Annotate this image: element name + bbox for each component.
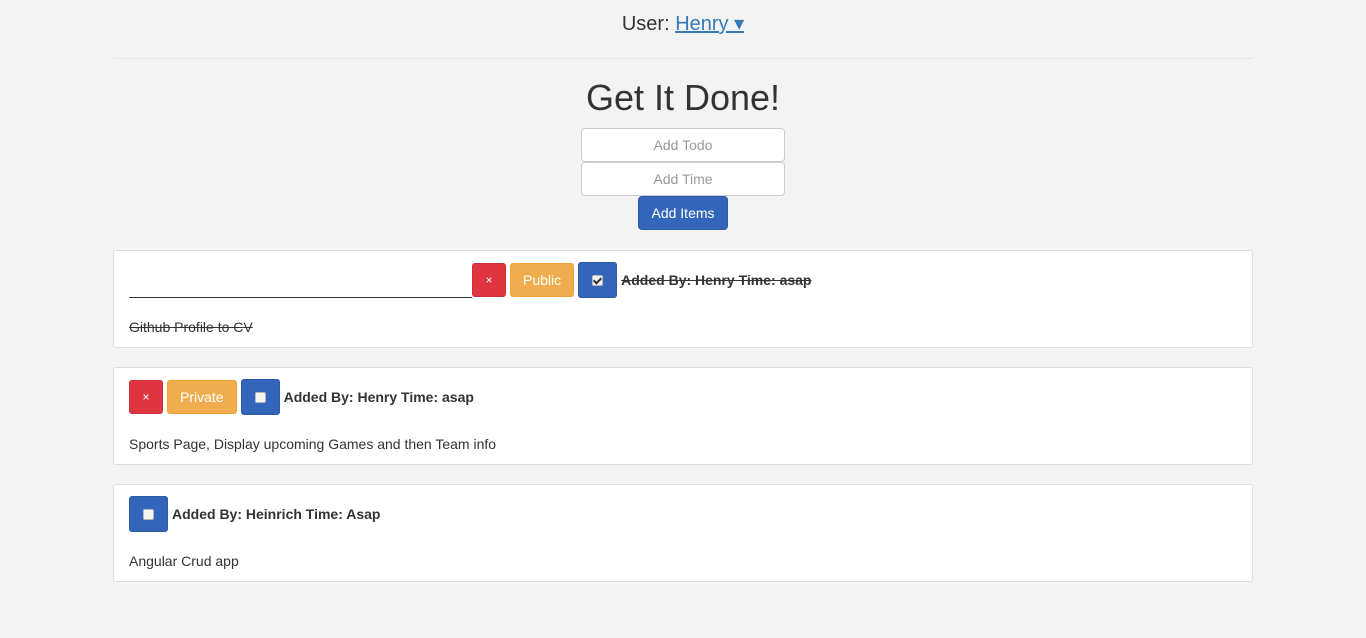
todo-card: × Private Added By: Henry Time: asap Spo… (113, 367, 1253, 465)
complete-toggle-button[interactable] (129, 496, 168, 532)
visibility-toggle-button[interactable]: Private (167, 380, 237, 414)
page-title: Get It Done! (585, 77, 781, 118)
todo-text-container: Angular Crud app (129, 553, 239, 569)
user-dropdown-link[interactable]: Henry ▾ (675, 13, 744, 35)
todo-card-header: × Private Added By: Henry Time: asap (129, 379, 474, 415)
todo-input[interactable] (581, 128, 785, 162)
todo-meta: Added By: Henry Time: asap (621, 272, 812, 288)
todo-card-header: Added By: Heinrich Time: Asap (129, 496, 380, 532)
add-todo-form: Add Items (581, 128, 785, 230)
todo-meta: Added By: Heinrich Time: Asap (172, 506, 381, 522)
time-input[interactable] (581, 162, 785, 196)
todo-card: × Public Added By: Henry Time: asap Gith… (113, 250, 1253, 348)
user-header: User: Henry ▾ (0, 0, 1366, 37)
header-divider (113, 58, 1253, 59)
todo-text-container: Sports Page, Display upcoming Games and … (129, 436, 496, 452)
todo-text: Angular Crud app (129, 553, 239, 569)
checkbox-checked-icon (592, 274, 604, 286)
checkbox-unchecked-icon (143, 508, 154, 520)
todo-meta: Added By: Henry Time: asap (283, 389, 474, 405)
todo-text: Github Profile to CV (129, 319, 253, 335)
delete-button[interactable]: × (472, 263, 506, 297)
checkbox-unchecked-icon (254, 391, 266, 403)
delete-button[interactable]: × (129, 380, 163, 414)
add-items-button[interactable]: Add Items (638, 196, 728, 230)
visibility-toggle-button[interactable]: Public (510, 263, 575, 297)
todo-text-container: Github Profile to CV (129, 319, 253, 335)
user-label: User: (621, 13, 670, 35)
complete-toggle-button[interactable] (578, 262, 618, 298)
todo-card: Added By: Heinrich Time: Asap Angular Cr… (113, 484, 1253, 582)
strikethrough-line (129, 296, 472, 298)
todo-card-header: × Public Added By: Henry Time: asap (129, 262, 812, 298)
complete-toggle-button[interactable] (240, 379, 280, 415)
todo-text: Sports Page, Display upcoming Games and … (129, 436, 497, 452)
